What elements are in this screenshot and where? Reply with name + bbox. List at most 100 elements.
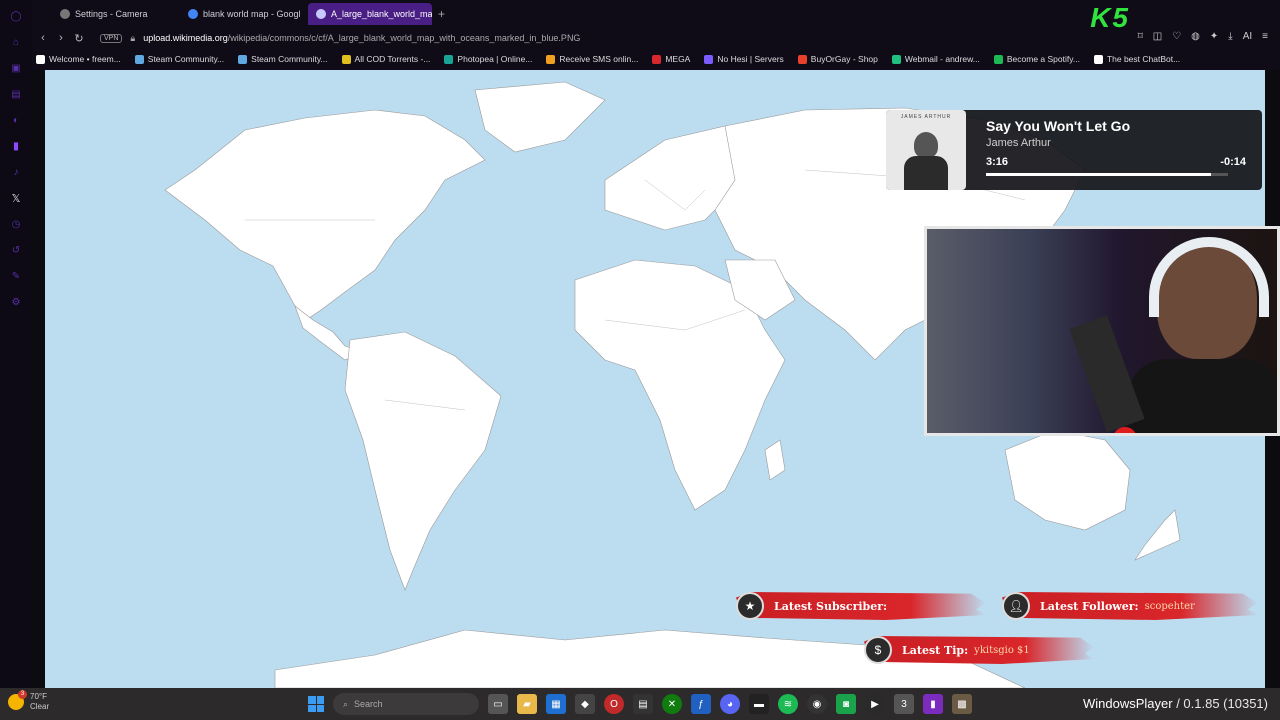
- tab-settings-camera[interactable]: Settings - Camera: [52, 3, 180, 25]
- task-view-icon[interactable]: ▭: [488, 694, 508, 714]
- song-elapsed-time: 3:16: [986, 156, 1009, 168]
- album-art-head: [914, 132, 938, 158]
- browser-sidebar: ◯ ⌂ ▣ ▤ ◐ ▮ ♪ 𝕏 ◷ ↺ ✎ ⚙: [0, 0, 32, 688]
- calculator-icon[interactable]: ▤: [633, 694, 653, 714]
- song-artist: James Arthur: [986, 137, 1051, 149]
- user-icon: 👤︎: [1002, 592, 1030, 620]
- gear-icon: [60, 9, 70, 19]
- alert-value: scopehter: [1144, 600, 1195, 612]
- alert-label: Latest Follower:: [1040, 599, 1139, 613]
- search-placeholder: Search: [354, 699, 383, 709]
- tab-google-search[interactable]: blank world map - Googl: [180, 3, 308, 25]
- search-icon: ⌕: [343, 698, 349, 709]
- reload-icon[interactable]: ↻: [70, 32, 88, 45]
- alert-label: Latest Tip:: [902, 643, 969, 657]
- webcam-microphone: [1069, 315, 1145, 433]
- song-progress-bar: [986, 173, 1228, 176]
- discord-icon[interactable]: ◕: [720, 694, 740, 714]
- xbox-icon[interactable]: ✕: [662, 694, 682, 714]
- bookmark-item[interactable]: Steam Community...: [134, 54, 224, 64]
- sidebar-bag-icon[interactable]: ▣: [8, 60, 24, 76]
- alert-label: Latest Subscriber:: [774, 599, 888, 613]
- opera-logo-icon[interactable]: ◯: [8, 8, 24, 24]
- player-version: / 0.1.85 (10351): [1172, 696, 1268, 711]
- whatsapp-icon[interactable]: ◙: [836, 694, 856, 714]
- album-art-text: JAMES ARTHUR: [900, 114, 952, 120]
- bookmark-item[interactable]: BuyOrGay - Shop: [797, 54, 878, 64]
- sidebar-history-icon[interactable]: ↺: [8, 242, 24, 258]
- sidebar-chat-icon[interactable]: ▤: [8, 86, 24, 102]
- bookmark-item[interactable]: Webmail - andrew...: [891, 54, 980, 64]
- obs-icon[interactable]: ◉: [807, 694, 827, 714]
- bookmark-favicon: [1093, 54, 1103, 64]
- spotify-icon[interactable]: ≋: [778, 694, 798, 714]
- bookmark-item[interactable]: Become a Spotify...: [993, 54, 1080, 64]
- download-icon[interactable]: ⤓: [1228, 31, 1232, 42]
- sidebar-settings-icon[interactable]: ⚙: [8, 294, 24, 310]
- heart-icon[interactable]: ♡: [1172, 31, 1181, 42]
- bookmark-favicon: [341, 54, 351, 64]
- bookmark-favicon: [797, 54, 807, 64]
- sidebar-messenger-icon[interactable]: ◐: [8, 112, 24, 128]
- weather-notification-badge: 3: [18, 690, 27, 699]
- album-art: JAMES ARTHUR: [886, 110, 966, 190]
- bookmark-item[interactable]: No Hesi | Servers: [704, 54, 784, 64]
- tab-label: blank world map - Googl: [203, 9, 301, 19]
- camera-icon[interactable]: ◫: [1153, 31, 1162, 42]
- wallet-icon[interactable]: ◍: [1191, 31, 1200, 42]
- player-name: WindowsPlayer: [1083, 696, 1173, 711]
- bookmark-item[interactable]: Receive SMS onlin...: [546, 54, 638, 64]
- windows-player-label: WindowsPlayer / 0.1.85 (10351): [1083, 696, 1268, 711]
- bookmark-favicon: [444, 54, 454, 64]
- new-tab-button[interactable]: +: [438, 7, 445, 21]
- menu-icon[interactable]: ≡: [1262, 31, 1268, 42]
- terminal-icon[interactable]: ▬: [749, 694, 769, 714]
- webcam-person-shirt: [1127, 359, 1277, 433]
- ai-button[interactable]: AI: [1243, 31, 1252, 42]
- store-icon[interactable]: ▦: [546, 694, 566, 714]
- sidebar-clock-icon[interactable]: ◷: [8, 216, 24, 232]
- bookmark-icon[interactable]: ⌑: [1138, 31, 1143, 42]
- bookmark-item[interactable]: MEGA: [652, 54, 690, 64]
- extensions-icon[interactable]: ✦: [1210, 31, 1218, 42]
- unity-icon[interactable]: ◆: [575, 694, 595, 714]
- kick-icon[interactable]: ▶: [865, 694, 885, 714]
- bookmark-item[interactable]: All COD Torrents -...: [341, 54, 430, 64]
- sidebar-home-icon[interactable]: ⌂: [8, 34, 24, 50]
- bookmark-item[interactable]: Steam Community...: [238, 54, 328, 64]
- app-3-icon[interactable]: 3: [894, 694, 914, 714]
- dollar-icon: $: [864, 636, 892, 664]
- outlook-icon[interactable]: ƒ: [691, 694, 711, 714]
- weather-sun-icon: 3: [8, 690, 27, 710]
- weather-temp: 70°F: [30, 692, 47, 701]
- sidebar-bulb-icon[interactable]: ✎: [8, 268, 24, 284]
- url-field[interactable]: upload.wikimedia.org/wikipedia/commons/c…: [143, 33, 580, 43]
- twitch-icon[interactable]: ▮: [8, 138, 24, 154]
- opera-icon[interactable]: O: [604, 694, 624, 714]
- player-app-icon[interactable]: ▩: [952, 694, 972, 714]
- lock-icon[interactable]: 🔒︎: [130, 33, 135, 44]
- bookmark-item[interactable]: Welcome • freem...: [36, 54, 121, 64]
- forward-icon[interactable]: ›: [52, 32, 70, 44]
- tab-wikimedia-map[interactable]: A_large_blank_world_map: [308, 3, 432, 25]
- address-tools: ⌑ ◫ ♡ ◍ ✦ ⤓ AI ≡: [1138, 31, 1268, 42]
- bookmark-favicon: [891, 54, 901, 64]
- bookmark-item[interactable]: The best ChatBot...: [1093, 54, 1180, 64]
- bookmark-favicon: [704, 54, 714, 64]
- sidebar-music-icon[interactable]: ♪: [8, 164, 24, 180]
- latest-subscriber-alert: ★ Latest Subscriber:: [736, 592, 986, 620]
- taskbar-search[interactable]: ⌕ Search: [333, 693, 479, 715]
- taskbar-apps: ▭ ▰ ▦ ◆ O ▤ ✕ ƒ ◕ ▬ ≋ ◉ ◙ ▶ 3 ▮ ▩: [488, 694, 972, 714]
- address-bar: ‹ › ↻ VPN 🔒︎ upload.wikimedia.org/wikipe…: [32, 28, 1280, 48]
- windows-start-icon[interactable]: [308, 696, 324, 712]
- google-icon: [188, 9, 198, 19]
- album-art-body: [904, 156, 948, 190]
- screen: ◯ ⌂ ▣ ▤ ◐ ▮ ♪ 𝕏 ◷ ↺ ✎ ⚙ Settings - Camer…: [0, 0, 1280, 720]
- file-explorer-icon[interactable]: ▰: [517, 694, 537, 714]
- back-icon[interactable]: ‹: [34, 32, 52, 44]
- twitch-app-icon[interactable]: ▮: [923, 694, 943, 714]
- bookmark-item[interactable]: Photopea | Online...: [444, 54, 532, 64]
- x-icon[interactable]: 𝕏: [8, 190, 24, 206]
- vpn-badge[interactable]: VPN: [100, 33, 123, 43]
- weather-widget[interactable]: 3 70°F Clear: [8, 690, 49, 712]
